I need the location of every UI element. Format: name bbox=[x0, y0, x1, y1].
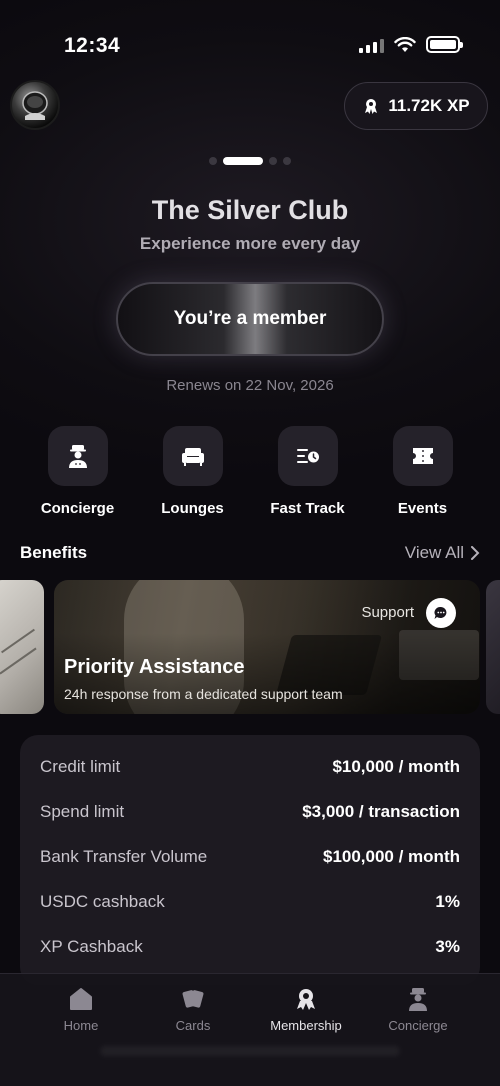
pager-dot-active[interactable] bbox=[223, 157, 263, 165]
club-title: The Silver Club bbox=[151, 195, 349, 225]
action-concierge[interactable]: Concierge bbox=[20, 426, 135, 517]
bottom-tab-bar: Home Cards Membership Concierge bbox=[0, 973, 500, 1086]
action-label: Fast Track bbox=[270, 500, 345, 517]
membership-limits-panel: Credit limit $10,000 / month Spend limit… bbox=[20, 735, 480, 985]
pager-dot[interactable] bbox=[283, 157, 291, 165]
battery-icon bbox=[426, 36, 463, 53]
member-status-button[interactable]: You’re a member bbox=[116, 282, 384, 356]
tab-label: Membership bbox=[270, 1018, 342, 1033]
limit-label: USDC cashback bbox=[40, 891, 165, 911]
benefit-tag: Support bbox=[361, 604, 414, 621]
limit-value: 1% bbox=[435, 891, 460, 911]
tier-pager bbox=[0, 157, 500, 165]
action-icon-tile bbox=[162, 426, 223, 486]
sofa-icon bbox=[181, 448, 204, 466]
concierge-icon bbox=[68, 445, 87, 468]
limit-row: Credit limit $10,000 / month bbox=[20, 745, 480, 790]
xp-label: 11.72K XP bbox=[388, 96, 470, 115]
limit-value: $10,000 / month bbox=[332, 757, 460, 777]
action-label: Concierge bbox=[40, 500, 115, 517]
limit-row: USDC cashback 1% bbox=[20, 879, 480, 924]
membership-icon bbox=[297, 989, 315, 1010]
limit-value: $3,000 / transaction bbox=[302, 802, 460, 822]
action-icon-tile bbox=[47, 426, 108, 486]
tab-membership[interactable]: Membership bbox=[250, 986, 362, 1033]
tab-home[interactable]: Home bbox=[25, 986, 137, 1033]
quick-actions: Concierge Lounges Fast Track Events bbox=[20, 426, 480, 517]
support-chat-button[interactable] bbox=[426, 598, 456, 628]
limit-row: Spend limit $3,000 / transaction bbox=[20, 790, 480, 835]
home-indicator bbox=[100, 1046, 400, 1056]
document-line bbox=[0, 647, 37, 675]
benefit-card-previous[interactable] bbox=[0, 580, 44, 714]
limit-label: Credit limit bbox=[40, 757, 121, 777]
action-label: Events bbox=[397, 500, 448, 517]
benefits-title: Benefits bbox=[20, 543, 88, 562]
limit-value: $100,000 / month bbox=[322, 846, 460, 866]
pager-dot[interactable] bbox=[209, 157, 217, 165]
limit-row: Bank Transfer Volume $100,000 / month bbox=[20, 835, 480, 880]
fast-track-icon bbox=[296, 449, 319, 463]
view-all-label: View All bbox=[404, 543, 464, 562]
limit-label: Bank Transfer Volume bbox=[40, 846, 208, 866]
home-icon bbox=[70, 988, 92, 1010]
wifi-icon bbox=[394, 36, 416, 52]
cards-icon bbox=[182, 990, 204, 1008]
tab-label: Cards bbox=[175, 1018, 211, 1033]
chat-icon bbox=[434, 606, 447, 619]
benefit-card-priority-assistance[interactable]: Support Priority Assistance 24h response… bbox=[54, 580, 480, 714]
benefits-header: Benefits View All bbox=[20, 543, 480, 563]
benefit-description: 24h response from a dedicated support te… bbox=[64, 686, 343, 702]
benefit-card-next[interactable] bbox=[486, 580, 500, 714]
battery-fill bbox=[430, 40, 456, 49]
limit-label: Spend limit bbox=[40, 802, 125, 822]
cellular-signal-icon bbox=[359, 37, 384, 53]
document-line bbox=[1, 628, 35, 654]
ticket-icon bbox=[412, 448, 433, 464]
xp-balance-button[interactable]: 11.72K XP bbox=[344, 82, 488, 130]
renewal-date: Renews on 22 Nov, 2026 bbox=[166, 377, 334, 394]
medal-icon bbox=[365, 99, 378, 114]
action-events[interactable]: Events bbox=[365, 426, 480, 517]
action-icon-tile bbox=[277, 426, 338, 486]
status-icons bbox=[359, 36, 463, 53]
status-time: 12:34 bbox=[64, 34, 121, 57]
limit-row: XP Cashback 3% bbox=[20, 924, 480, 969]
view-all-link[interactable]: View All bbox=[405, 543, 480, 563]
chevron-right-icon bbox=[471, 546, 480, 560]
benefit-title: Priority Assistance bbox=[64, 656, 245, 678]
tab-cards[interactable]: Cards bbox=[137, 986, 249, 1033]
pager-dot[interactable] bbox=[269, 157, 277, 165]
club-subtitle: Experience more every day bbox=[139, 234, 361, 253]
astronaut-icon bbox=[22, 91, 48, 120]
concierge-icon bbox=[409, 988, 427, 1011]
tab-label: Concierge bbox=[388, 1018, 448, 1033]
action-label: Lounges bbox=[161, 500, 224, 517]
membership-screen: 12:34 11.72K XP The Silver Club Experien… bbox=[0, 0, 500, 1086]
status-bar: 12:34 bbox=[0, 0, 500, 80]
tab-concierge[interactable]: Concierge bbox=[362, 986, 474, 1033]
action-lounges[interactable]: Lounges bbox=[135, 426, 250, 517]
profile-avatar[interactable] bbox=[10, 80, 60, 130]
limit-value: 3% bbox=[435, 936, 460, 956]
action-icon-tile bbox=[392, 426, 453, 486]
tab-label: Home bbox=[63, 1018, 99, 1033]
action-fast-track[interactable]: Fast Track bbox=[250, 426, 365, 517]
limit-label: XP Cashback bbox=[40, 936, 143, 956]
